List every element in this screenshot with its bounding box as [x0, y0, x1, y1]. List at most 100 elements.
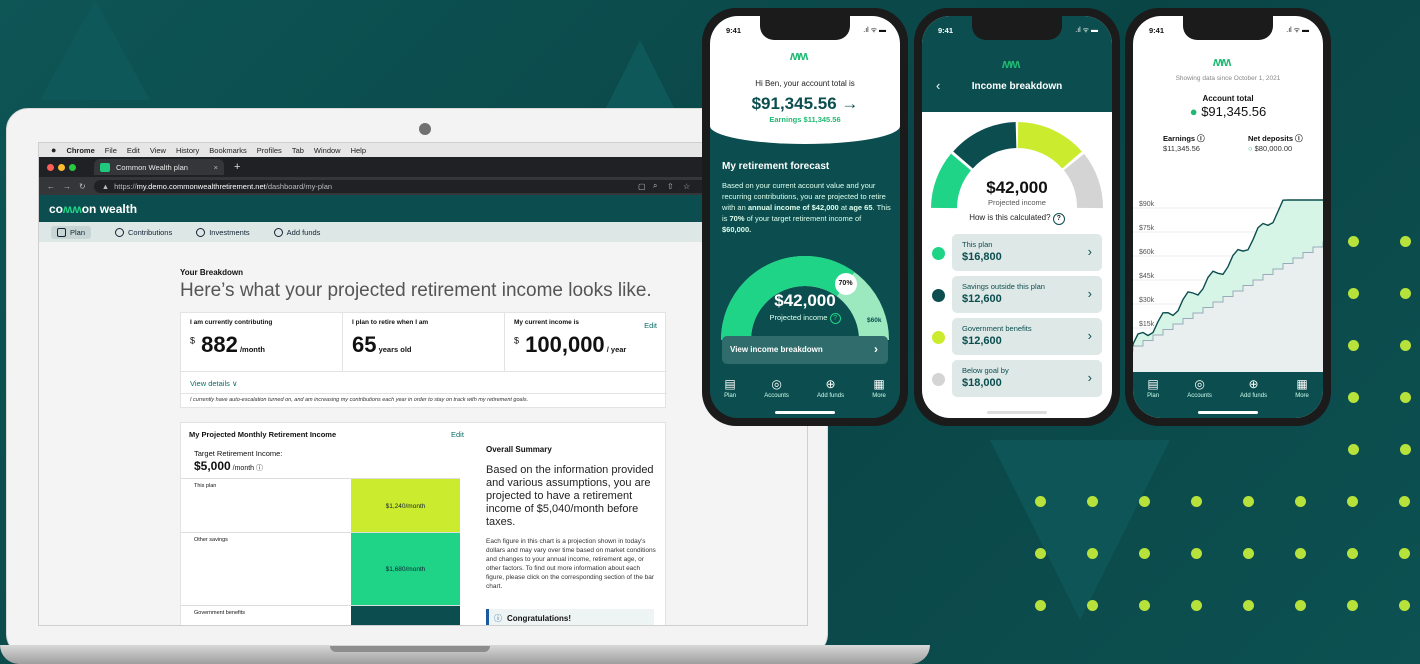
decorative-dot — [1347, 496, 1358, 507]
home-indicator — [1198, 411, 1258, 414]
home-indicator — [987, 411, 1047, 414]
decorative-dot — [1087, 496, 1098, 507]
bar-other-savings[interactable]: $1,680/month — [351, 533, 460, 606]
growth-icon — [196, 227, 206, 237]
how-calculated-link[interactable]: How is this calculated? ? — [922, 213, 1112, 225]
apple-icon[interactable]: ● — [51, 145, 56, 155]
back-icon[interactable]: ← — [47, 182, 55, 191]
tab-plan[interactable]: ▤ Plan — [1147, 378, 1159, 399]
nav-plan[interactable]: Plan — [51, 225, 92, 239]
phone-screen: 9:41 .ıl ᯤ ▬ ʍʍ Showing data since Octob… — [1133, 16, 1323, 418]
account-total[interactable]: $91,345.56 → — [710, 94, 900, 114]
tab-add-funds[interactable]: ⊕ Add funds — [1240, 378, 1267, 399]
menu-bookmarks[interactable]: Bookmarks — [209, 146, 247, 155]
decorative-dot — [1035, 600, 1046, 611]
decorative-dot — [1295, 600, 1306, 611]
decorative-dot — [1295, 548, 1306, 559]
view-details-link[interactable]: View details ∨ — [190, 379, 237, 388]
nav-investments[interactable]: Investments — [196, 227, 250, 237]
background-shape — [40, 0, 150, 100]
menu-edit[interactable]: Edit — [127, 146, 140, 155]
item-value: $12,600 — [962, 335, 1002, 347]
cast-icon[interactable]: ▢ — [638, 182, 646, 191]
summary-disclaimer: Each figure in this chart is a projectio… — [486, 538, 656, 590]
decorative-dot — [1399, 600, 1410, 611]
congratulations-banner: ⓘ Congratulations! — [486, 609, 654, 625]
tab-more[interactable]: ▦ More — [872, 378, 886, 399]
view-income-breakdown-button[interactable]: View income breakdown › — [722, 336, 888, 364]
decorative-dot — [1035, 548, 1046, 559]
coins-icon: ◎ — [1194, 377, 1205, 391]
summary-paragraph: Based on the information provided and va… — [486, 464, 654, 528]
y-tick-label: $15k — [1139, 321, 1155, 328]
decorative-dot — [1399, 548, 1410, 559]
chevron-right-icon: › — [1087, 286, 1092, 301]
decorative-dot — [1243, 600, 1254, 611]
item-value: $18,000 — [962, 377, 1002, 389]
help-icon[interactable]: ? — [829, 313, 841, 324]
gauge-segment-government[interactable] — [1017, 122, 1082, 169]
forecast-title: My retirement forecast — [722, 161, 830, 172]
breakdown-item[interactable]: Savings outside this plan $12,600 › — [952, 276, 1102, 313]
decorative-dot — [1087, 548, 1098, 559]
breakdown-item[interactable]: Government benefits $12,600 › — [952, 318, 1102, 355]
row-label: This plan — [194, 483, 217, 489]
row-label: Government benefits — [194, 610, 246, 616]
tab-add-funds[interactable]: ⊕ Add funds — [817, 378, 844, 399]
url-path: /dashboard/my-plan — [265, 181, 333, 191]
reload-icon[interactable]: ↻ — [79, 182, 86, 191]
legend-dot — [932, 289, 945, 302]
item-value: $12,600 — [962, 293, 1002, 305]
site-header: coʍʍon wealth — [39, 195, 807, 222]
breakdown-item[interactable]: This plan $16,800 › — [952, 234, 1102, 271]
signal-battery-icon: .ıl ᯤ ▬ — [1075, 27, 1098, 34]
close-window-button[interactable] — [47, 163, 54, 171]
menu-tab[interactable]: Tab — [292, 146, 304, 155]
url-prefix: https:// — [114, 181, 137, 191]
income-row-this-plan[interactable]: This plan $1,240/month — [181, 478, 460, 533]
grid-icon: ▦ — [873, 377, 885, 391]
breakdown-item[interactable]: Below goal by $18,000 › — [952, 360, 1102, 397]
forward-icon[interactable]: → — [63, 182, 71, 191]
menu-view[interactable]: View — [150, 146, 166, 155]
income-column: My current income is $ 100,000 / year — [505, 319, 665, 377]
nav-contributions[interactable]: Contributions — [115, 227, 172, 237]
bar-this-plan[interactable]: $1,240/month — [351, 479, 460, 533]
income-row-other-savings[interactable]: Other savings $1,680/month — [181, 532, 460, 606]
projected-edit-button[interactable]: Edit — [451, 430, 464, 439]
y-tick-label: $75k — [1139, 225, 1155, 232]
menu-profiles[interactable]: Profiles — [257, 146, 282, 155]
common-wealth-logo[interactable]: coʍʍon wealth — [49, 202, 137, 216]
decorative-dot — [1347, 548, 1358, 559]
item-value: $16,800 — [962, 251, 1002, 263]
bar-government-benefits[interactable] — [351, 606, 460, 625]
tab-accounts[interactable]: ◎ Accounts — [764, 378, 789, 399]
tab-accounts[interactable]: ◎ Accounts — [1187, 378, 1212, 399]
new-tab-button[interactable]: + — [234, 161, 240, 173]
status-time: 9:41 — [938, 26, 954, 35]
decorative-dot — [1400, 392, 1411, 403]
share-icon[interactable]: ⇧ — [667, 182, 674, 191]
menu-app-name[interactable]: Chrome — [66, 146, 94, 155]
edit-button[interactable]: Edit — [644, 321, 657, 330]
phone-notch — [760, 16, 850, 40]
grid-icon: ▦ — [1296, 377, 1308, 391]
nav-add-funds[interactable]: Add funds — [273, 227, 320, 237]
info-icon: ⓘ — [494, 614, 502, 623]
zoom-icon[interactable]: ⌕ — [653, 181, 657, 191]
help-icon[interactable]: ? — [1052, 213, 1065, 225]
menu-file[interactable]: File — [105, 146, 117, 155]
menu-window[interactable]: Window — [314, 146, 341, 155]
browser-tab[interactable]: Common Wealth plan × — [94, 159, 224, 175]
bookmark-star-icon[interactable]: ☆ — [683, 182, 690, 191]
tab-more[interactable]: ▦ More — [1295, 378, 1309, 399]
minimize-window-button[interactable] — [58, 163, 65, 171]
menu-history[interactable]: History — [176, 146, 199, 155]
close-tab-icon[interactable]: × — [214, 163, 218, 172]
retire-age-column: I plan to retire when I am 65 years old — [343, 319, 504, 377]
menu-help[interactable]: Help — [351, 146, 366, 155]
zoom-window-button[interactable] — [69, 163, 76, 171]
tab-plan[interactable]: ▤ Plan — [724, 378, 736, 399]
income-row-government-benefits[interactable]: Government benefits — [181, 605, 460, 625]
gauge-segment-savings[interactable] — [953, 122, 1017, 169]
